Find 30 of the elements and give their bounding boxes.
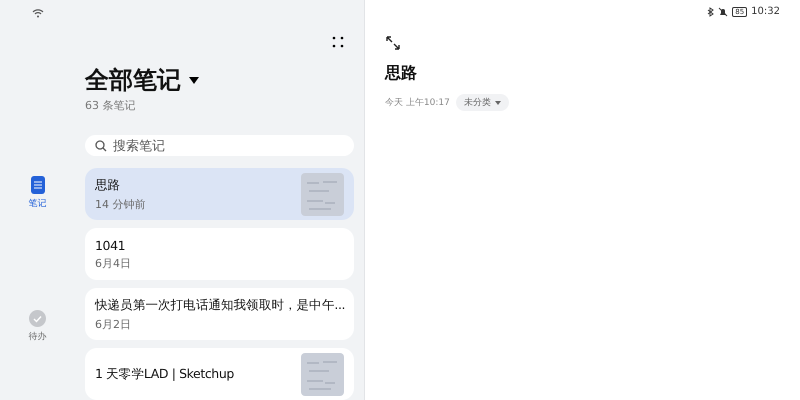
note-title: 1 天零学LAD | Sketchup (95, 366, 235, 382)
note-card[interactable]: 1041 6月4日 (85, 228, 354, 280)
note-card[interactable]: 思路 14 分钟前 (85, 168, 354, 220)
category-dropdown[interactable]: 未分类 (456, 94, 509, 111)
list-title[interactable]: 全部笔记 (85, 64, 181, 96)
note-card[interactable]: 快递员第一次打电话通知我领取时，是中午... 6月2日 (85, 288, 354, 340)
note-title: 快递员第一次打电话通知我领取时，是中午... (95, 296, 346, 314)
note-title: 1041 (95, 238, 126, 252)
wifi-icon (32, 8, 44, 18)
expand-icon[interactable] (385, 35, 401, 51)
clock: 10:32 (751, 6, 780, 17)
note-time: 6月2日 (95, 316, 132, 332)
search-field[interactable]: 搜索笔记 (85, 135, 354, 156)
dropdown-caret-icon[interactable] (189, 76, 199, 84)
muted-bell-icon (718, 6, 728, 16)
note-date: 今天 上午10:17 (385, 96, 450, 109)
note-time: 14 分钟前 (95, 196, 146, 212)
nav-tab[interactable]: 笔记 (28, 176, 46, 210)
note-heading: 思路 (385, 63, 418, 84)
search-icon (95, 140, 107, 152)
note-time: 6月4日 (95, 256, 132, 270)
note-icon (30, 176, 44, 194)
note-count: 63 条笔记 (85, 98, 136, 113)
nav-tab[interactable]: 待办 (28, 310, 46, 343)
caret-icon (494, 100, 501, 104)
grid-menu-icon[interactable] (332, 36, 344, 48)
bluetooth-icon (707, 6, 714, 16)
note-title: 思路 (95, 176, 122, 194)
checkmark-icon (29, 310, 46, 327)
note-card[interactable]: 1 天零学LAD | Sketchup (85, 348, 354, 400)
